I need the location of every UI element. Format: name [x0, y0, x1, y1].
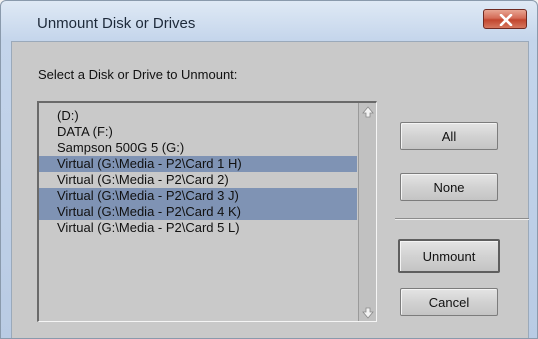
title-bar[interactable]: Unmount Disk or Drives [1, 1, 537, 41]
none-button[interactable]: None [400, 173, 498, 201]
drive-list-item[interactable]: (D:) [39, 108, 357, 124]
unmount-dialog-window: Unmount Disk or Drives Select a Disk or … [0, 0, 538, 339]
drive-list-item[interactable]: Virtual (G:\Media - P2\Card 5 L) [39, 220, 357, 236]
unmount-button[interactable]: Unmount [398, 239, 500, 273]
cancel-button[interactable]: Cancel [400, 288, 498, 316]
drive-list-item[interactable]: Sampson 500G 5 (G:) [39, 140, 357, 156]
drive-list-items: (D:) DATA (F:) Sampson 500G 5 (G:) Virtual … [39, 108, 357, 236]
window-title: Unmount Disk or Drives [37, 15, 196, 32]
scroll-down-arrow-icon[interactable] [360, 305, 375, 320]
drive-list-item[interactable]: DATA (F:) [39, 124, 357, 140]
drive-list-item[interactable]: Virtual (G:\Media - P2\Card 4 K) [39, 204, 357, 220]
drive-list-item[interactable]: Virtual (G:\Media - P2\Card 1 H) [39, 156, 357, 172]
scroll-up-arrow-icon[interactable] [360, 104, 375, 119]
dialog-body: Select a Disk or Drive to Unmount: (D:) D… [11, 41, 529, 338]
vertical-scrollbar[interactable] [358, 103, 376, 321]
prompt-label: Select a Disk or Drive to Unmount: [38, 67, 238, 82]
drive-list[interactable]: (D:) DATA (F:) Sampson 500G 5 (G:) Virtual … [37, 101, 377, 322]
drive-list-item[interactable]: Virtual (G:\Media - P2\Card 3 J) [39, 188, 357, 204]
button-separator [395, 218, 529, 220]
drive-list-item[interactable]: Virtual (G:\Media - P2\Card 2) [39, 172, 357, 188]
close-icon [499, 14, 513, 26]
close-button[interactable] [483, 9, 527, 29]
all-button[interactable]: All [400, 122, 498, 150]
